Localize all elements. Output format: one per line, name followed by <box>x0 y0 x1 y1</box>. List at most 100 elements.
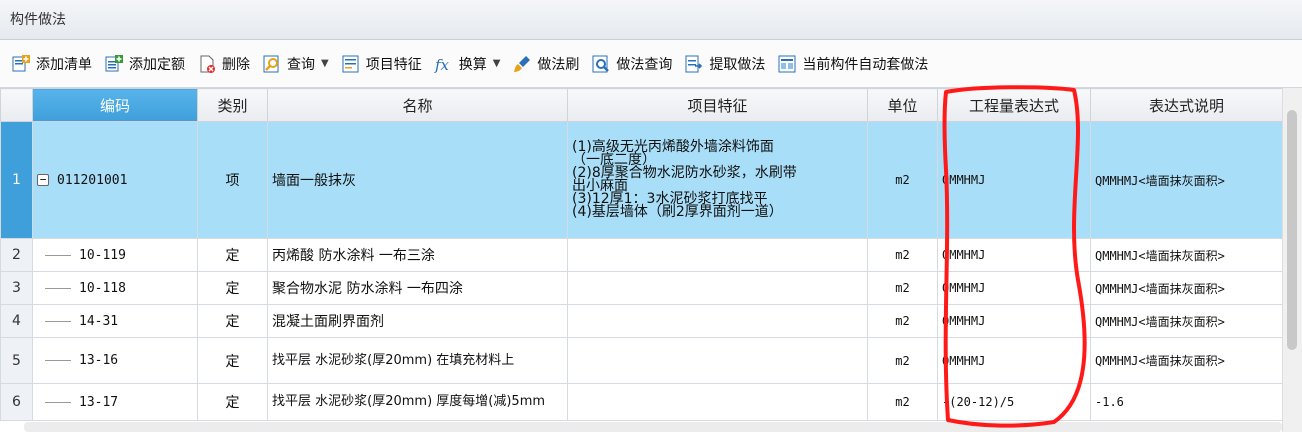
col-header-type[interactable]: 类别 <box>197 88 268 122</box>
delete-button[interactable]: 删除 <box>194 49 255 79</box>
table-row[interactable]: 3 10-118 定 聚合物水泥 防水涂料 一布四涂 m2 QMMHMJ QMM… <box>0 271 1283 305</box>
convert-label: 换算 <box>458 56 487 73</box>
code-cell[interactable]: 10-118 <box>32 271 198 305</box>
row-number[interactable]: 6 <box>0 383 33 421</box>
code-value: 10-119 <box>79 247 126 263</box>
table-row[interactable]: 4 14-31 定 混凝土面刷界面剂 m2 QMMHMJ QMMHMJ<墙面抹灰… <box>0 304 1283 338</box>
table-row[interactable]: 5 13-16 定 找平层 水泥砂浆(厚20mm) 在填充材料上 m2 QMMH… <box>0 337 1283 384</box>
method-table: 编码 类别 名称 项目特征 单位 工程量表达式 表达式说明 1 −0112010… <box>0 88 1283 421</box>
unit-cell[interactable]: m2 <box>867 238 938 272</box>
horizontal-scrollbar[interactable] <box>24 422 1282 432</box>
code-value: 011201001 <box>57 172 128 188</box>
description-cell[interactable]: QMMHMJ<墙面抹灰面积> <box>1090 337 1283 384</box>
unit-cell[interactable]: m2 <box>867 304 938 338</box>
name-cell[interactable]: 聚合物水泥 防水涂料 一布四涂 <box>267 271 568 305</box>
description-cell[interactable]: QMMHMJ<墙面抹灰面积> <box>1090 271 1283 305</box>
row-number[interactable]: 5 <box>0 337 33 384</box>
unit-cell[interactable]: m2 <box>867 121 938 239</box>
type-cell[interactable]: 项 <box>197 121 268 239</box>
tree-connector <box>45 401 71 403</box>
code-cell[interactable]: 13-17 <box>32 383 198 421</box>
description-cell[interactable]: -1.6 <box>1090 383 1283 421</box>
toolbar: 添加清单 添加定额 删除 查询 ▼ 项目特征 fx 换算 ▼ 做法刷 做法查询 … <box>0 40 1302 88</box>
method-brush-button[interactable]: 做法刷 <box>509 49 584 79</box>
feature-cell[interactable] <box>567 337 868 384</box>
svg-text:fx: fx <box>434 56 450 74</box>
collapse-icon[interactable]: − <box>37 174 49 186</box>
expression-cell[interactable]: QMMHMJ <box>937 121 1091 239</box>
type-cell[interactable]: 定 <box>197 271 268 305</box>
brush-icon <box>512 54 532 74</box>
description-cell[interactable]: QMMHMJ<墙面抹灰面积> <box>1090 238 1283 272</box>
col-header-unit[interactable]: 单位 <box>867 88 938 122</box>
tree-connector <box>45 360 71 361</box>
expression-cell[interactable]: QMMHMJ <box>937 337 1091 384</box>
query-label: 查询 <box>287 56 315 73</box>
row-number-header <box>0 88 33 122</box>
unit-cell[interactable]: m2 <box>867 337 938 384</box>
col-header-feature[interactable]: 项目特征 <box>567 88 868 122</box>
expression-cell[interactable]: QMMHMJ <box>937 238 1091 272</box>
col-header-name[interactable]: 名称 <box>267 88 568 122</box>
add-list-button[interactable]: 添加清单 <box>8 49 97 79</box>
feature-cell[interactable] <box>567 383 868 421</box>
description-cell[interactable]: QMMHMJ<墙面抹灰面积> <box>1090 304 1283 338</box>
table-row[interactable]: 1 −011201001 项 墙面一般抹灰 (1)高级无光丙烯酸外墙涂料饰面 （… <box>0 121 1283 239</box>
expression-cell[interactable]: QMMHMJ <box>937 271 1091 305</box>
tree-connector <box>45 254 71 256</box>
code-value: 14-31 <box>79 313 119 329</box>
project-feature-button[interactable]: 项目特征 <box>338 49 427 79</box>
delete-icon <box>197 54 217 74</box>
col-header-code[interactable]: 编码 <box>32 88 198 122</box>
code-cell[interactable]: 10-119 <box>32 238 198 272</box>
vertical-scrollbar[interactable] <box>1282 88 1302 432</box>
code-cell[interactable]: −011201001 <box>32 121 198 239</box>
table-row[interactable]: 2 10-119 定 丙烯酸 防水涂料 一布三涂 m2 QMMHMJ QMMHM… <box>0 238 1283 272</box>
row-number[interactable]: 4 <box>0 304 33 338</box>
code-cell[interactable]: 14-31 <box>32 304 198 338</box>
col-header-description[interactable]: 表达式说明 <box>1090 88 1283 122</box>
method-brush-label: 做法刷 <box>537 56 580 73</box>
method-query-button[interactable]: 做法查询 <box>588 49 677 79</box>
col-header-expression[interactable]: 工程量表达式 <box>937 88 1091 122</box>
name-cell[interactable]: 墙面一般抹灰 <box>267 121 568 239</box>
row-number[interactable]: 1 <box>0 121 33 239</box>
type-cell[interactable]: 定 <box>197 383 268 421</box>
code-cell[interactable]: 13-16 <box>32 337 198 384</box>
scrollbar-thumb[interactable] <box>1287 110 1297 350</box>
convert-button[interactable]: fx 换算 ▼ <box>431 49 506 79</box>
type-cell[interactable]: 定 <box>197 304 268 338</box>
unit-cell[interactable]: m2 <box>867 271 938 305</box>
unit-cell[interactable]: m2 <box>867 383 938 421</box>
feature-cell[interactable]: (1)高级无光丙烯酸外墙涂料饰面 （一底二度） (2)8厚聚合物水泥防水砂浆，水… <box>567 121 868 239</box>
feature-text: (1)高级无光丙烯酸外墙涂料饰面 （一底二度） (2)8厚聚合物水泥防水砂浆，水… <box>572 139 797 220</box>
name-cell[interactable]: 混凝土面刷界面剂 <box>267 304 568 338</box>
table-row[interactable]: 6 13-17 定 找平层 水泥砂浆(厚20mm) 厚度每增(减)5mm m2 … <box>0 383 1283 421</box>
row-number[interactable]: 2 <box>0 238 33 272</box>
type-cell[interactable]: 定 <box>197 337 268 384</box>
extract-method-button[interactable]: 提取做法 <box>681 49 770 79</box>
row-number[interactable]: 3 <box>0 271 33 305</box>
add-list-icon <box>11 54 31 74</box>
add-quota-button[interactable]: 添加定额 <box>101 49 190 79</box>
add-quota-label: 添加定额 <box>129 56 185 73</box>
chevron-down-icon[interactable]: ▼ <box>493 58 501 69</box>
feature-cell[interactable] <box>567 238 868 272</box>
panel-title: 构件做法 <box>0 0 1302 40</box>
chevron-down-icon[interactable]: ▼ <box>321 58 329 69</box>
name-cell[interactable]: 找平层 水泥砂浆(厚20mm) 在填充材料上 <box>267 337 568 384</box>
expression-cell[interactable]: -(20-12)/5 <box>937 383 1091 421</box>
feature-cell[interactable] <box>567 304 868 338</box>
feature-cell[interactable] <box>567 271 868 305</box>
auto-apply-method-button[interactable]: 当前构件自动套做法 <box>774 49 933 79</box>
description-cell[interactable]: QMMHMJ<墙面抹灰面积> <box>1090 121 1283 239</box>
name-cell[interactable]: 丙烯酸 防水涂料 一布三涂 <box>267 238 568 272</box>
query-button[interactable]: 查询 ▼ <box>259 49 334 79</box>
expression-cell[interactable]: QMMHMJ <box>937 304 1091 338</box>
name-cell[interactable]: 找平层 水泥砂浆(厚20mm) 厚度每增(减)5mm <box>267 383 568 421</box>
search-icon <box>262 54 282 74</box>
tree-connector <box>45 287 71 289</box>
type-cell[interactable]: 定 <box>197 238 268 272</box>
auto-apply-icon <box>777 54 797 74</box>
code-value: 13-17 <box>79 394 119 410</box>
